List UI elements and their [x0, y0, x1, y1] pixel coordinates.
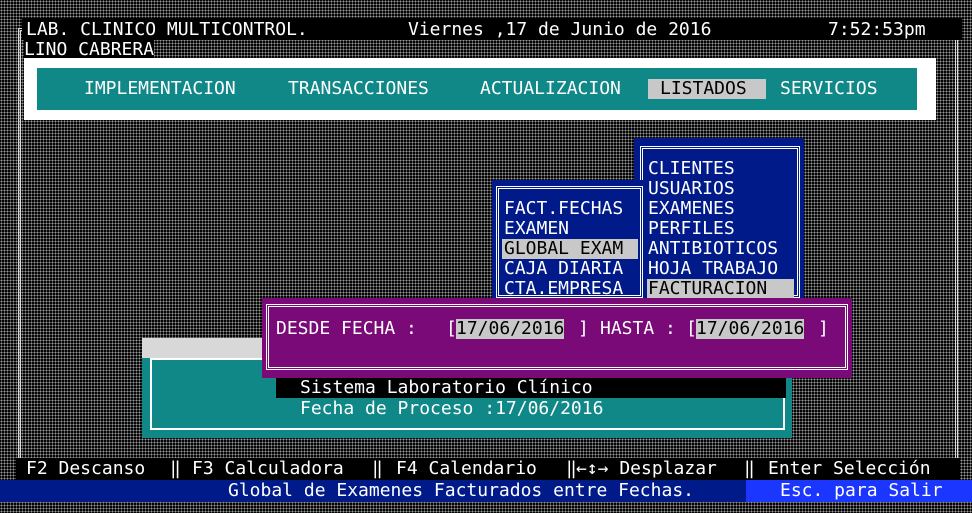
- listados-item-antibioticos[interactable]: ANTIBIOTICOS: [646, 239, 780, 259]
- listados-item-examenes[interactable]: EXAMENES: [646, 199, 737, 219]
- facturacion-item-fact-fechas[interactable]: FACT.FECHAS: [502, 199, 625, 219]
- arrow-keys-desplazar: ←↕→ Desplazar: [576, 458, 717, 479]
- facturacion-item-global-exam[interactable]: GLOBAL EXAM: [502, 239, 638, 259]
- facturacion-item-cta-empresa[interactable]: CTA.EMPRESA: [502, 279, 625, 299]
- facturacion-item-caja-diaria[interactable]: CAJA DIARIA: [502, 259, 625, 279]
- menu-servicios[interactable]: SERVICIOS: [776, 79, 882, 99]
- separator: ‖: [744, 458, 755, 479]
- listados-item-facturacion[interactable]: FACTURACION: [646, 279, 794, 299]
- f2-descanso[interactable]: F2 Descanso: [26, 459, 145, 479]
- listados-item-usuarios[interactable]: USUARIOS: [646, 179, 737, 199]
- exit-hint[interactable]: Esc. para Salir: [780, 481, 943, 501]
- menu-transacciones[interactable]: TRANSACCIONES: [284, 79, 433, 99]
- hasta-label: HASTA :: [600, 318, 676, 339]
- desde-label: DESDE FECHA :: [276, 318, 417, 339]
- separator: ‖: [170, 458, 181, 479]
- status-message: Global de Examenes Facturados entre Fech…: [228, 480, 694, 501]
- menu-actualizacion[interactable]: ACTUALIZACION: [476, 79, 625, 99]
- dos-screen: LAB. CLINICO MULTICONTROL. Viernes ,17 d…: [0, 0, 972, 513]
- system-name: Sistema Laboratorio Clínico: [300, 377, 593, 398]
- listados-item-clientes[interactable]: CLIENTES: [646, 159, 737, 179]
- f4-calendario[interactable]: F4 Calendario: [396, 459, 537, 479]
- listados-item-perfiles[interactable]: PERFILES: [646, 219, 737, 239]
- separator: ‖: [372, 458, 383, 479]
- header-date: Viernes ,17 de Junio de 2016: [408, 19, 712, 40]
- hasta-bracket-close: ]: [818, 318, 829, 339]
- process-date: Fecha de Proceso :17/06/2016: [300, 398, 604, 419]
- enter-seleccion[interactable]: Enter Selección: [768, 459, 931, 479]
- menu-listados[interactable]: LISTADOS: [648, 79, 766, 99]
- facturacion-item-examen[interactable]: EXAMEN: [502, 219, 571, 239]
- user-name: LINO CABRERA: [24, 39, 155, 60]
- listados-item-hoja-trabajo[interactable]: HOJA TRABAJO: [646, 259, 780, 279]
- f3-calculadora[interactable]: F3 Calculadora: [192, 459, 344, 479]
- header-time: 7:52:53pm: [828, 19, 926, 40]
- desde-bracket-close: ]: [578, 318, 589, 339]
- company-name: LAB. CLINICO MULTICONTROL.: [26, 19, 308, 40]
- desde-date-input[interactable]: 17/06/2016: [456, 319, 565, 339]
- menu-implementacion[interactable]: IMPLEMENTACION: [80, 79, 240, 99]
- hasta-date-input[interactable]: 17/06/2016: [696, 319, 805, 339]
